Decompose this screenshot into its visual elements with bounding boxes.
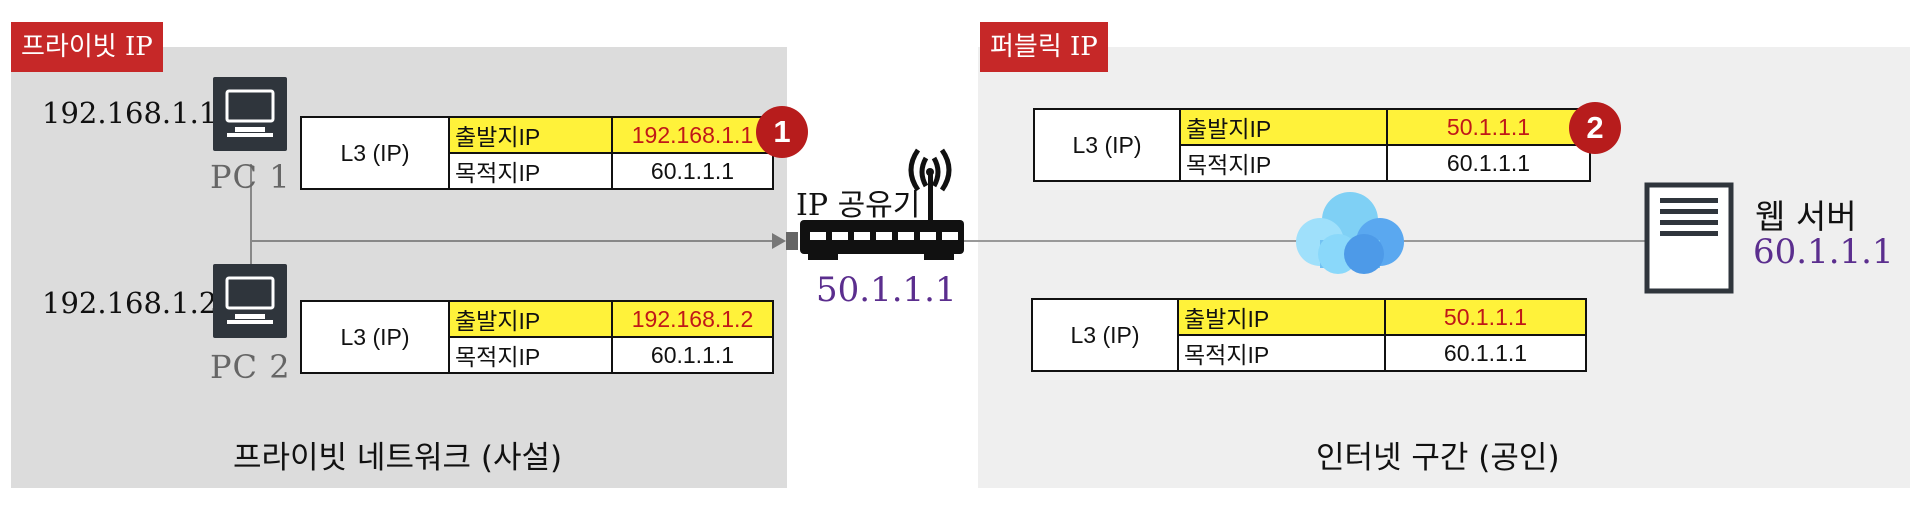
packet-layer: L3 (IP) bbox=[1031, 298, 1179, 372]
private-packet-1: L3 (IP) 출발지IP 192.168.1.1 목적지IP 60.1.1.1 bbox=[300, 116, 774, 190]
pc2-icon[interactable] bbox=[213, 264, 287, 338]
lan-arrow-head bbox=[772, 233, 786, 249]
lan-link-line bbox=[251, 240, 781, 242]
pc2-ip: 192.168.1.2 bbox=[42, 286, 218, 320]
private-ip-tag: 프라이빗 IP bbox=[11, 22, 163, 72]
src-ip-value: 192.168.1.1 bbox=[611, 116, 774, 154]
private-packet-2: L3 (IP) 출발지IP 192.168.1.2 목적지IP 60.1.1.1 bbox=[300, 300, 774, 374]
dst-ip-label: 목적지IP bbox=[1177, 334, 1386, 372]
src-ip-value: 50.1.1.1 bbox=[1386, 108, 1591, 146]
src-ip-value: 192.168.1.2 bbox=[611, 300, 774, 338]
dst-ip-value: 60.1.1.1 bbox=[1384, 334, 1587, 372]
router-port bbox=[786, 232, 798, 250]
src-ip-label: 출발지IP bbox=[1179, 108, 1388, 146]
server-ip: 60.1.1.1 bbox=[1753, 232, 1894, 272]
step-badge-2: 2 bbox=[1569, 102, 1621, 154]
server-icon[interactable] bbox=[1644, 182, 1734, 294]
src-ip-value: 50.1.1.1 bbox=[1384, 298, 1587, 336]
dst-ip-value: 60.1.1.1 bbox=[1386, 144, 1591, 182]
dst-ip-value: 60.1.1.1 bbox=[611, 336, 774, 374]
router-ip: 50.1.1.1 bbox=[816, 270, 957, 310]
src-ip-label: 출발지IP bbox=[448, 300, 613, 338]
server-label: 웹 서버 bbox=[1755, 197, 1857, 236]
pc1-icon[interactable] bbox=[213, 77, 287, 151]
src-ip-label: 출발지IP bbox=[1177, 298, 1386, 336]
public-network-caption: 인터넷 구간 (공인) bbox=[1316, 440, 1560, 476]
cloud-icon bbox=[1290, 190, 1410, 282]
router-icon[interactable] bbox=[798, 140, 974, 270]
dst-ip-value: 60.1.1.1 bbox=[611, 152, 774, 190]
pc1-label: PC 1 bbox=[210, 158, 291, 196]
packet-layer: L3 (IP) bbox=[1033, 108, 1181, 182]
dst-ip-label: 목적지IP bbox=[1179, 144, 1388, 182]
public-packet-1: L3 (IP) 출발지IP 50.1.1.1 목적지IP 60.1.1.1 bbox=[1033, 108, 1591, 182]
public-ip-tag: 퍼블릭 IP bbox=[980, 22, 1108, 72]
dst-ip-label: 목적지IP bbox=[448, 336, 613, 374]
private-network-caption: 프라이빗 네트워크 (사설) bbox=[233, 440, 563, 476]
pc1-ip: 192.168.1.1 bbox=[42, 96, 218, 130]
packet-layer: L3 (IP) bbox=[300, 116, 450, 190]
public-packet-2: L3 (IP) 출발지IP 50.1.1.1 목적지IP 60.1.1.1 bbox=[1031, 298, 1587, 372]
pc2-label: PC 2 bbox=[210, 348, 291, 386]
src-ip-label: 출발지IP bbox=[448, 116, 613, 154]
dst-ip-label: 목적지IP bbox=[448, 152, 613, 190]
packet-layer: L3 (IP) bbox=[300, 300, 450, 374]
